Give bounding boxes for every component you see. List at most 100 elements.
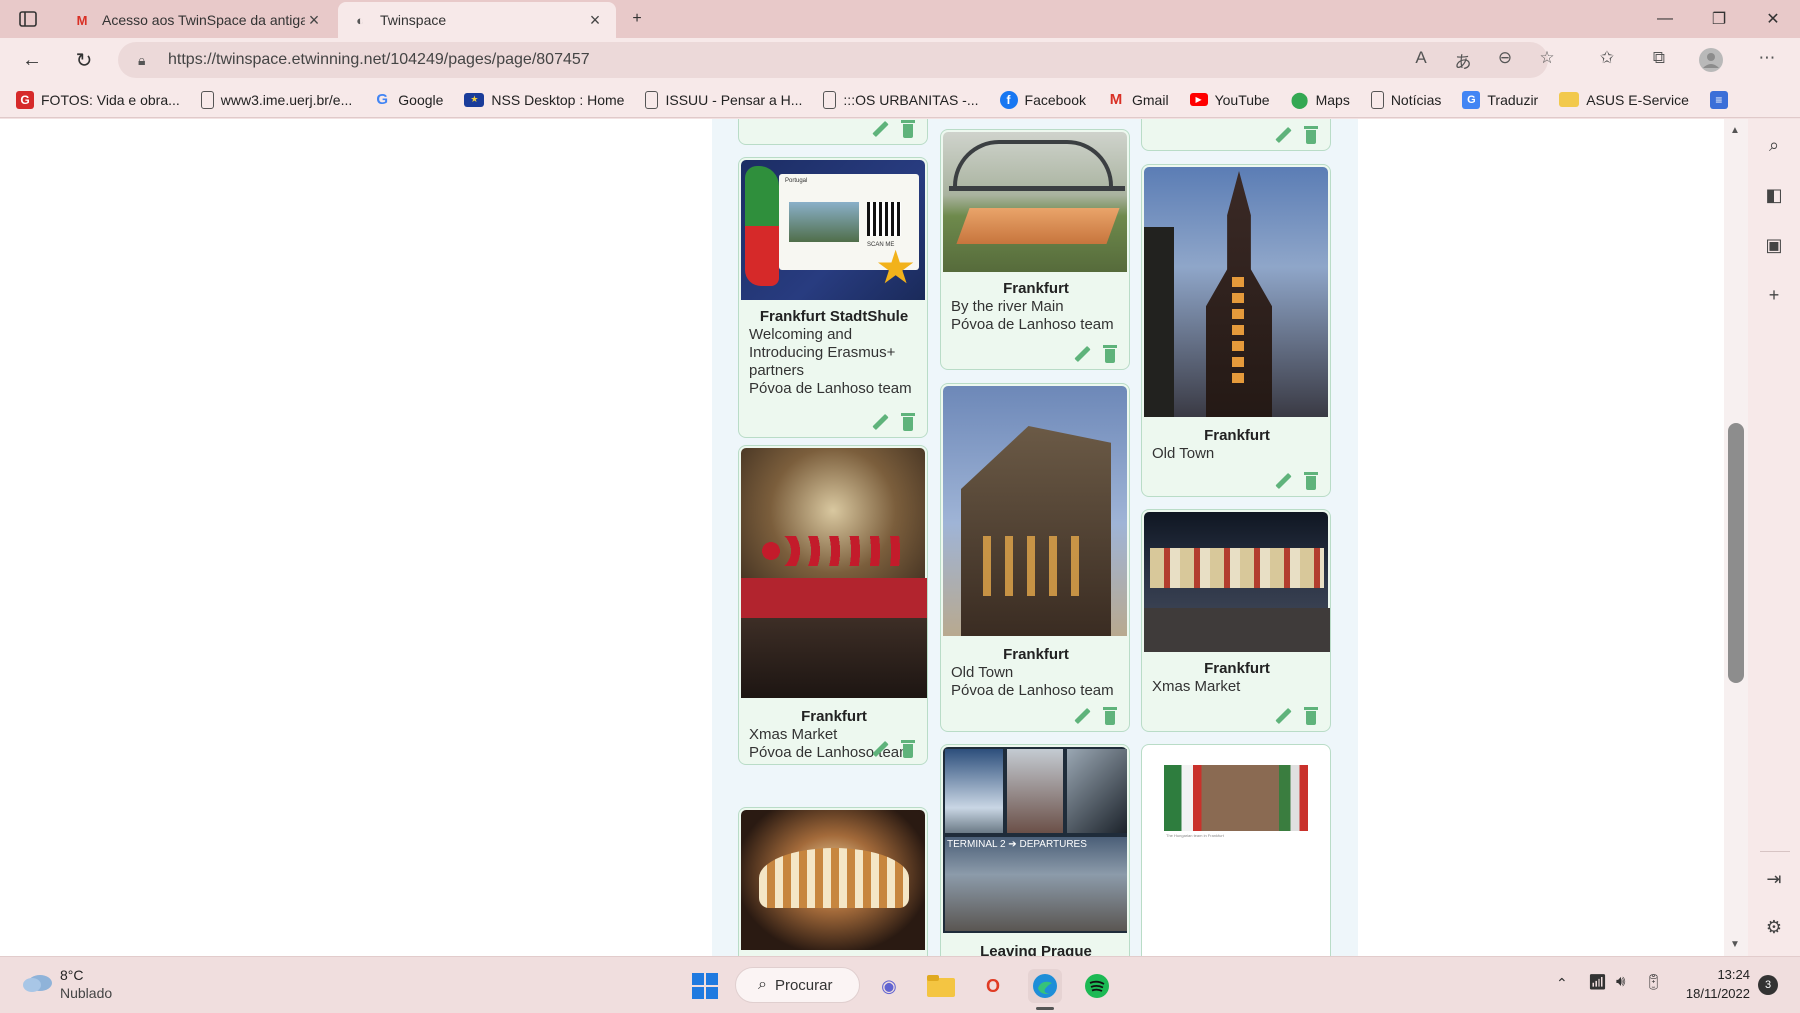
gallery-card[interactable]: [738, 119, 928, 145]
photo-xmas-market-2[interactable]: [1144, 512, 1330, 652]
page-icon: [200, 90, 214, 109]
new-tab-icon[interactable]: +: [610, 0, 664, 38]
teams-chat-icon[interactable]: ◉: [872, 969, 906, 1003]
bookmark-nss[interactable]: ★ NSS Desktop : Home: [464, 92, 624, 108]
wifi-icon[interactable]: 📶︎: [1588, 973, 1607, 991]
gallery-card[interactable]: Frankfurt Xmas Market: [1141, 509, 1331, 732]
close-tab-icon[interactable]: ×: [305, 10, 323, 31]
favorites-icon[interactable]: ✩: [1594, 48, 1620, 68]
edge-sidebar: ⌕ ◧ ▣ + ⇥ ⚙: [1748, 119, 1800, 956]
outlook-icon[interactable]: ▣: [1762, 233, 1786, 257]
gallery-card[interactable]: Frankfurt By the river Main Póvoa de Lan…: [940, 129, 1130, 370]
edge-browser-icon[interactable]: [1028, 969, 1062, 1003]
taskbar-search[interactable]: ⌕ Procurar: [735, 967, 860, 1003]
add-favorite-icon[interactable]: ☆: [1534, 48, 1560, 68]
search-icon[interactable]: ⌕: [1762, 133, 1786, 157]
tab-actions-icon[interactable]: [2, 0, 54, 38]
card-actions: [871, 120, 915, 138]
delete-icon[interactable]: [1103, 345, 1117, 363]
hide-sidebar-icon[interactable]: ⇥: [1762, 867, 1786, 891]
close-window-icon[interactable]: ✕: [1746, 0, 1800, 38]
office-app-icon[interactable]: O: [976, 969, 1010, 1003]
spotify-icon[interactable]: [1080, 969, 1114, 1003]
edit-icon[interactable]: [1274, 126, 1292, 144]
bookmark-fotos[interactable]: G FOTOS: Vida e obra...: [16, 90, 180, 109]
active-app-indicator: [1036, 1007, 1054, 1010]
photo-stadtschule[interactable]: Portugal SCAN ME ★: [741, 160, 925, 300]
photo-leaving-prague[interactable]: TERMINAL 2 ➔ DEPARTURES: [943, 747, 1127, 933]
office-icon[interactable]: ◧: [1762, 183, 1786, 207]
gallery-card[interactable]: Frankfurt Xmas Market Póvoa de Lanhoso t…: [738, 445, 928, 765]
delete-icon[interactable]: [901, 740, 915, 758]
clock-date[interactable]: 18/11/2022: [1680, 986, 1750, 1001]
volume-icon[interactable]: 🔊︎: [1616, 973, 1625, 990]
edit-icon[interactable]: [1274, 707, 1292, 725]
scroll-thumb[interactable]: [1728, 423, 1744, 683]
delete-icon[interactable]: [1304, 126, 1318, 144]
delete-icon[interactable]: [901, 413, 915, 431]
bookmark-gmail[interactable]: M Gmail: [1107, 91, 1169, 109]
file-explorer-icon[interactable]: [924, 969, 958, 1003]
edit-icon[interactable]: [871, 413, 889, 431]
clock-time[interactable]: 13:24: [1680, 967, 1750, 982]
back-icon[interactable]: ←: [16, 44, 48, 76]
bookmark-more[interactable]: ≡: [1709, 90, 1735, 109]
photo-old-town-1[interactable]: [943, 386, 1127, 636]
page-scrollbar[interactable]: ▲ ▼: [1724, 119, 1748, 956]
bookmark-google[interactable]: G Google: [373, 91, 443, 109]
photo-old-town-cathedral[interactable]: [1144, 167, 1328, 417]
gallery-card[interactable]: Frankfurt Old Town Póvoa de Lanhoso team: [940, 383, 1130, 732]
scroll-down-icon[interactable]: ▼: [1730, 939, 1740, 950]
bookmark-noticias[interactable]: Notícias: [1370, 90, 1441, 109]
delete-icon[interactable]: [1304, 707, 1318, 725]
bookmark-youtube[interactable]: ▶ YouTube: [1189, 92, 1270, 108]
photo-river-main[interactable]: [943, 132, 1127, 272]
team-poster-photo[interactable]: [1164, 765, 1308, 831]
bookmark-traduzir[interactable]: G Traduzir: [1462, 90, 1538, 109]
gallery-card[interactable]: [738, 807, 928, 956]
card-actions: [1073, 707, 1117, 725]
more-menu-icon[interactable]: ⋯: [1754, 48, 1780, 68]
bookmark-asus[interactable]: ASUS E-Service: [1559, 92, 1689, 108]
settings-icon[interactable]: ⚙: [1762, 915, 1786, 939]
url-field[interactable]: 🔒︎ https://twinspace.etwinning.net/10424…: [118, 42, 1548, 78]
edit-icon[interactable]: [1073, 345, 1091, 363]
photo-xmas-market-1[interactable]: [741, 448, 927, 698]
edit-icon[interactable]: [871, 120, 889, 138]
gallery-card[interactable]: Frankfurt Old Town: [1141, 164, 1331, 497]
profile-icon[interactable]: [1698, 48, 1724, 77]
delete-icon[interactable]: [1304, 472, 1318, 490]
bookmark-ime-uerj[interactable]: www3.ime.uerj.br/e...: [200, 90, 352, 109]
edit-icon[interactable]: [871, 740, 889, 758]
battery-icon[interactable]: 🔋︎: [1644, 973, 1663, 991]
delete-icon[interactable]: [1103, 707, 1117, 725]
gallery-card[interactable]: The Hungarian team in Frankfurt: [1141, 744, 1331, 956]
bookmark-urbanitas[interactable]: :::OS URBANITAS -...: [823, 90, 979, 109]
tab-twinspace[interactable]: ◐ Twinspace ×: [338, 2, 616, 38]
gallery-card[interactable]: TERMINAL 2 ➔ DEPARTURES Leaving Prague: [940, 744, 1130, 956]
edit-icon[interactable]: [1274, 472, 1292, 490]
windows-start-icon[interactable]: [688, 969, 722, 1003]
bookmark-facebook[interactable]: f Facebook: [999, 90, 1086, 109]
gallery-card[interactable]: Portugal SCAN ME ★ Frankfurt StadtShule …: [738, 157, 928, 438]
qr-code-icon: [867, 202, 901, 236]
translate-icon[interactable]: あ: [1450, 48, 1476, 73]
refresh-icon[interactable]: ↻: [68, 44, 100, 76]
scroll-up-icon[interactable]: ▲: [1730, 125, 1740, 136]
photo-carousel[interactable]: [741, 810, 925, 950]
close-tab-icon[interactable]: ×: [586, 10, 604, 31]
edit-icon[interactable]: [1073, 707, 1091, 725]
add-icon[interactable]: +: [1762, 283, 1786, 307]
minimize-icon[interactable]: —: [1638, 0, 1692, 38]
bookmark-maps[interactable]: ⬤ Maps: [1291, 91, 1350, 109]
gallery-card[interactable]: [1141, 119, 1331, 151]
notification-badge[interactable]: 3: [1758, 975, 1778, 995]
tab-gmail[interactable]: M Acesso aos TwinSpace da antiga ×: [60, 2, 335, 38]
show-hidden-icons[interactable]: ⌃: [1556, 975, 1568, 992]
zoom-out-icon[interactable]: ⊖: [1492, 48, 1518, 68]
bookmark-issuu[interactable]: ISSUU - Pensar a H...: [645, 90, 802, 109]
restore-icon[interactable]: ❐: [1692, 0, 1746, 38]
collections-icon[interactable]: ⧉: [1646, 48, 1672, 68]
read-aloud-icon[interactable]: A: [1408, 48, 1434, 68]
delete-icon[interactable]: [901, 120, 915, 138]
